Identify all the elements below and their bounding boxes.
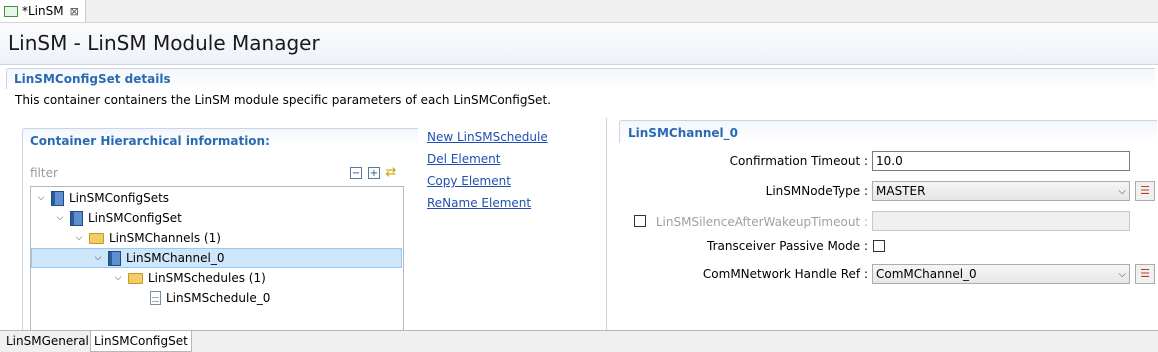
page-title: LinSM - LinSM Module Manager	[8, 31, 320, 55]
copy-element-link[interactable]: Copy Element	[427, 174, 511, 188]
editor-tab-label: *LinSM	[22, 4, 64, 18]
tree-node-label: LinSMChannels (1)	[109, 231, 221, 245]
tree-node-label: LinSMSchedule_0	[166, 291, 271, 305]
document-icon	[150, 291, 161, 305]
silence-timeout-label: LinSMSilenceAfterWakeupTimeout :	[655, 215, 868, 229]
editor-file-icon	[4, 5, 18, 17]
chevron-down-icon[interactable]: ⌵	[54, 213, 66, 223]
editor-tab-bar	[0, 0, 1158, 23]
tree-node-linsmconfigsets[interactable]: ⌵ LinSMConfigSets	[35, 188, 169, 208]
section-title: LinSMConfigSet details	[14, 72, 171, 86]
expand-all-icon[interactable]: +	[368, 167, 380, 179]
section-description: This container containers the LinSM modu…	[15, 93, 551, 107]
transceiver-passive-checkbox[interactable]	[873, 240, 885, 252]
chevron-down-icon[interactable]: ⌵	[92, 253, 104, 263]
tree-node-label: LinSMConfigSets	[69, 191, 170, 205]
chevron-down-icon[interactable]: ⌵	[35, 193, 47, 203]
chevron-down-icon: ⌵	[1118, 185, 1126, 197]
transceiver-passive-label: Transceiver Passive Mode :	[707, 239, 868, 253]
tree-node-linsmschedules[interactable]: ⌵ LinSMSchedules (1)	[112, 268, 266, 288]
hierarchy-title: Container Hierarchical information:	[30, 134, 270, 148]
comm-network-label: ComMNetwork Handle Ref :	[702, 267, 868, 281]
sync-icon[interactable]: ⇄	[385, 166, 397, 179]
chevron-down-icon: ⌵	[1118, 268, 1126, 280]
confirmation-timeout-label: Confirmation Timeout :	[729, 154, 868, 168]
chevron-down-icon[interactable]: ⌵	[73, 233, 85, 243]
section-header	[6, 68, 1155, 89]
folder-icon	[128, 272, 143, 284]
list-icon[interactable]: ☰	[1135, 181, 1155, 201]
module-icon	[70, 210, 83, 226]
filter-input[interactable]	[30, 165, 330, 181]
silence-timeout-field	[872, 211, 1130, 231]
module-icon	[51, 190, 64, 206]
comm-network-select[interactable]: ComMChannel_0 ⌵	[872, 264, 1130, 284]
chevron-down-icon[interactable]: ⌵	[112, 273, 124, 283]
details-title: LinSMChannel_0	[628, 126, 739, 140]
tree-node-label: LinSMSchedules (1)	[148, 271, 266, 285]
node-type-select[interactable]: MASTER ⌵	[872, 181, 1130, 201]
tab-linsmconfigset[interactable]: LinSMConfigSet	[90, 331, 192, 352]
tree-node-linsmschedule-0[interactable]: LinSMSchedule_0	[150, 288, 270, 308]
editor-tab-linsm[interactable]: *LinSM ⊠	[0, 0, 86, 22]
collapse-all-icon[interactable]: −	[350, 167, 362, 179]
tree-node-linsmconfigset[interactable]: ⌵ LinSMConfigSet	[54, 208, 182, 228]
module-icon	[108, 250, 121, 266]
tab-linsmgeneral[interactable]: LinSMGeneral	[3, 331, 92, 352]
new-linsmschedule-link[interactable]: New LinSMSchedule	[427, 130, 548, 144]
rename-element-link[interactable]: ReName Element	[427, 196, 531, 210]
tree-node-linsmchannel-0[interactable]: ⌵ LinSMChannel_0	[92, 248, 225, 268]
close-icon[interactable]: ⊠	[70, 5, 79, 18]
node-type-value: MASTER	[876, 184, 926, 198]
tree-node-label: LinSMChannel_0	[126, 251, 225, 265]
del-element-link[interactable]: Del Element	[427, 152, 500, 166]
tree-node-label: LinSMConfigSet	[88, 211, 182, 225]
header-divider	[0, 64, 1158, 65]
folder-icon	[89, 232, 104, 244]
confirmation-timeout-field[interactable]	[872, 151, 1130, 171]
list-icon[interactable]: ☰	[1135, 264, 1155, 284]
tree-node-linsmchannels[interactable]: ⌵ LinSMChannels (1)	[73, 228, 221, 248]
node-type-label: LinSMNodeType :	[765, 184, 868, 198]
comm-network-value: ComMChannel_0	[876, 267, 977, 281]
